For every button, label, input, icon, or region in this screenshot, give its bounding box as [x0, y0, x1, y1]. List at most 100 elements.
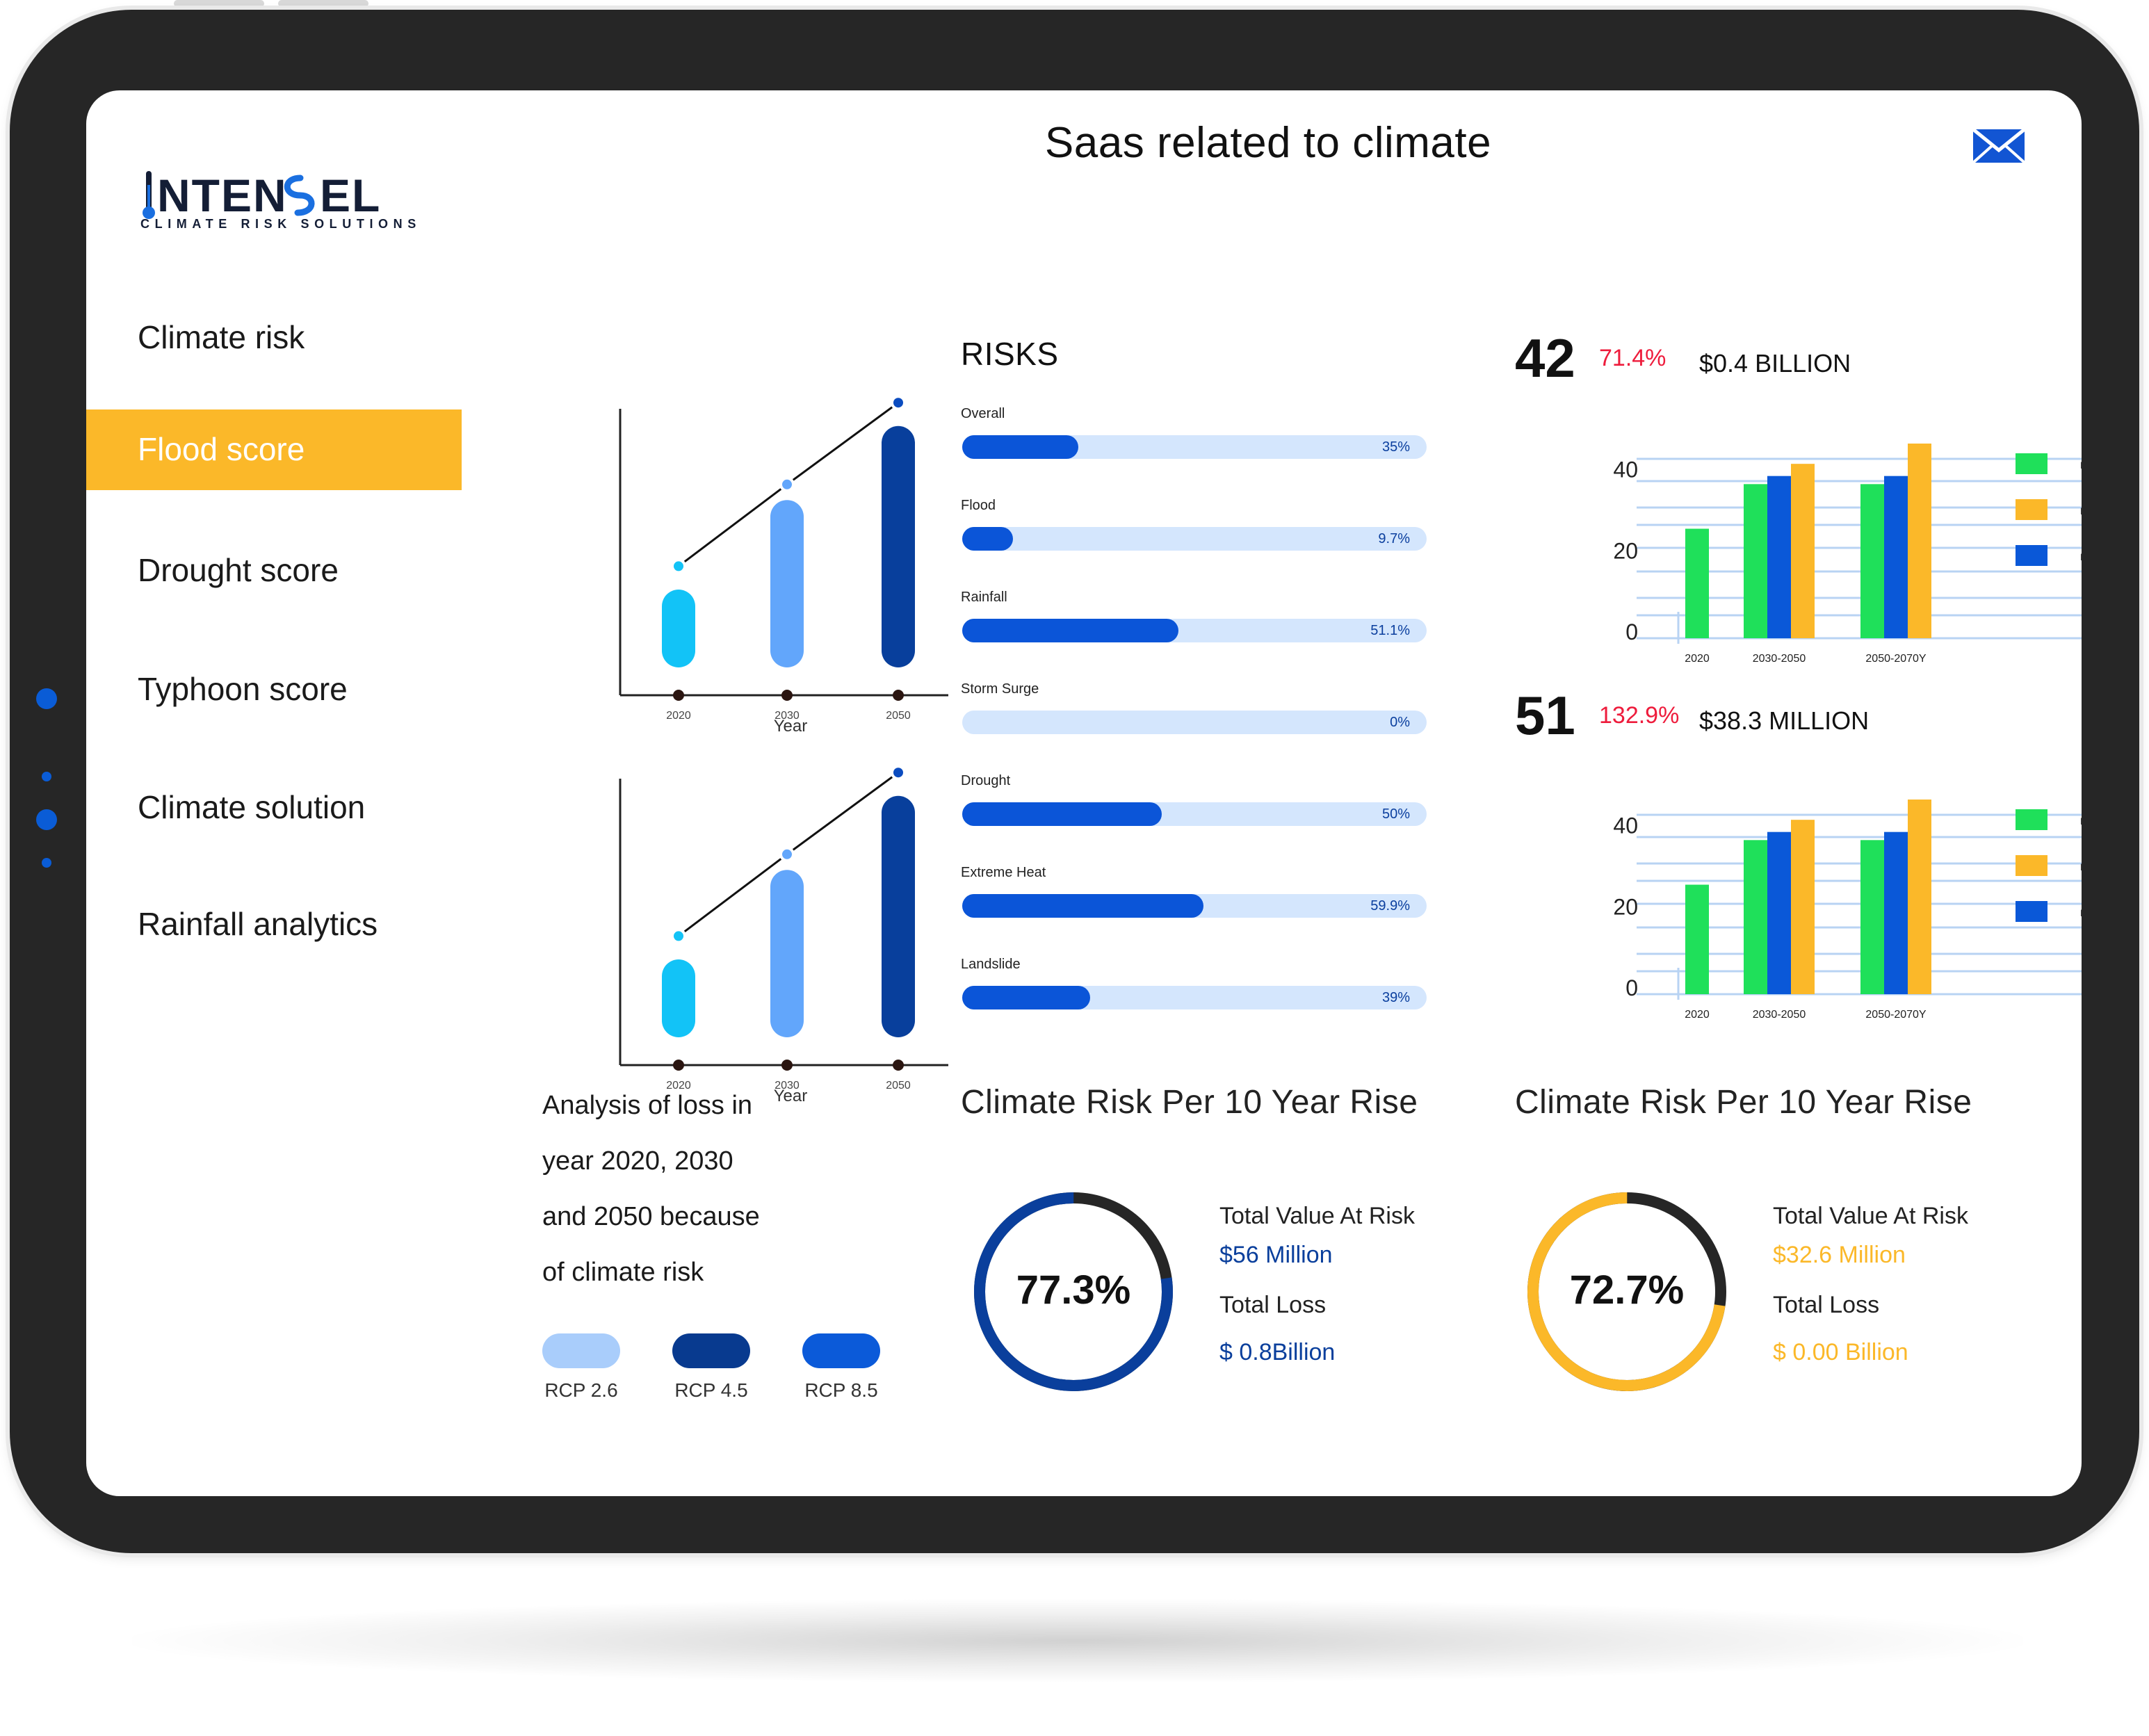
bar-2030 [770, 870, 804, 1037]
bar-rcp-2-6-2020 [1685, 528, 1709, 638]
risk-percent: 35% [1381, 439, 1410, 455]
y-tick-label: 0 [1625, 619, 1638, 644]
total-value-label: Total Value At Risk [1219, 1203, 1415, 1229]
risk-progress-fill [962, 619, 1178, 642]
risk-label: Extreme Heat [961, 865, 1046, 880]
bar-2050 [882, 425, 915, 667]
bar-rcp-4-5-2050-2070Y [1908, 800, 1931, 994]
legend-swatch [2016, 499, 2047, 520]
trend-point-core [782, 849, 792, 859]
trend-point-core [893, 398, 903, 408]
mail-icon[interactable] [1972, 127, 2026, 165]
legend-label: RCP 8.5 [2080, 551, 2082, 562]
risk-progress-fill [962, 802, 1162, 826]
sidebar-item-climate-risk[interactable]: Climate risk [86, 298, 462, 378]
legend-swatch [2016, 901, 2047, 922]
x-tick-dot [781, 1060, 793, 1071]
donut-value: 77.3% [1016, 1267, 1131, 1313]
legend-label: RCP 2.6 [2080, 460, 2082, 471]
rcp-bar-chart-top: 0 20 40 2020 2030-2050 2050-2070Y RCP 2.6 RCP 4… [1613, 444, 2082, 665]
total-loss-label: Total Loss [1773, 1292, 1880, 1318]
sidebar-item-label: Flood score [138, 431, 305, 467]
legend-swatch-rcp-2-6 [542, 1333, 620, 1368]
sidebar-item-flood-score[interactable]: Flood score [86, 409, 462, 490]
page-title: Saas related to climate [1044, 119, 1492, 167]
risk-progress-bar: 9.7% [962, 527, 1427, 551]
device-shadow [132, 1599, 2023, 1682]
bar-rcp-4-5-2050-2070Y [1908, 444, 1931, 638]
risk-progress-bar: 39% [962, 986, 1427, 1009]
bar-rcp-2-6-2050-2070Y [1860, 484, 1884, 638]
sidebar-item-label: Typhoon score [138, 671, 348, 707]
x-tick-label: 2020 [1685, 653, 1710, 665]
stat-count: 42 [1515, 327, 1575, 389]
risk-percent: 59.9% [1370, 898, 1410, 914]
risk-percent: 39% [1381, 990, 1410, 1005]
svg-text:NTEN: NTEN [157, 170, 288, 221]
total-loss-label: Total Loss [1219, 1292, 1327, 1318]
intensel-logo: NTEN EL CLIMATE RISK SOLUTIONS [140, 170, 421, 231]
sidebar-item-typhoon-score[interactable]: Typhoon score [86, 649, 462, 730]
section-title: Climate Risk Per 10 Year Rise [961, 1084, 1418, 1121]
total-value-label: Total Value At Risk [1773, 1203, 1968, 1229]
app-screen: NTEN EL CLIMATE RISK SOLUTIONS Saas rela… [86, 90, 2082, 1496]
camera-dot [36, 688, 57, 709]
risk-progress-fill [962, 986, 1090, 1009]
legend-label: RCP 2.6 [544, 1379, 618, 1401]
legend-label: RCP 4.5 [674, 1379, 748, 1401]
risks-title: RISKS [961, 336, 1059, 372]
donut-value: 72.7% [1569, 1267, 1685, 1313]
y-tick-label: 40 [1613, 457, 1638, 482]
x-tick-label: 2050 [886, 1080, 911, 1092]
bar-rcp-8-5-2050-2070Y [1884, 832, 1908, 994]
risk-percent: 9.7% [1378, 531, 1410, 546]
legend-label: RCP 2.6 [2080, 816, 2082, 827]
risk-label: Overall [961, 406, 1005, 421]
bar-2020 [662, 590, 695, 667]
risk-progress-fill [962, 894, 1204, 918]
stat-percent: 132.9% [1599, 702, 1680, 729]
x-tick-label: 2050-2070Y [1865, 653, 1927, 665]
risk-label: Storm Surge [961, 681, 1039, 697]
risk-progress-bar: 35% [962, 435, 1427, 459]
stat-amount: $0.4 BILLION [1699, 349, 1851, 378]
risk-progress-bar: 59.9% [962, 894, 1427, 918]
stat-amount: $38.3 MILLION [1699, 706, 1870, 735]
bar-rcp-8-5-2030-2050 [1767, 832, 1791, 994]
stat-count: 51 [1515, 685, 1575, 746]
power-button [174, 0, 264, 7]
legend-swatch [2016, 453, 2047, 474]
risk-label: Flood [961, 498, 996, 513]
legend-swatch [2016, 855, 2047, 876]
svg-text:CLIMATE RISK SOLUTIONS: CLIMATE RISK SOLUTIONS [140, 217, 421, 231]
legend-label: RCP 8.5 [804, 1379, 878, 1401]
sidebar-item-label: Climate risk [138, 319, 305, 355]
loss-analysis-text: Analysis of loss in year 2020, 2030 and … [542, 1078, 848, 1300]
sidebar-item-label: Climate solution [138, 789, 366, 825]
legend-label: RCP 4.5 [2080, 861, 2082, 873]
risk-progress-fill [962, 435, 1078, 459]
sensor-dot [42, 858, 51, 868]
risk-progress-fill [962, 527, 1014, 551]
sidebar-item-climate-solution[interactable]: Climate solution [86, 768, 462, 848]
bar-rcp-2-6-2020 [1685, 884, 1709, 994]
bar-2020 [662, 959, 695, 1037]
loss-chart-top: 2020 2030 2050Year [619, 395, 948, 736]
total-value-amount: $32.6 Million [1773, 1242, 1906, 1268]
bar-rcp-8-5-2050-2070Y [1884, 476, 1908, 638]
x-tick-label: 2030-2050 [1753, 653, 1806, 665]
bar-rcp-4-5-2030-2050 [1791, 820, 1815, 994]
x-tick-dot [893, 1060, 904, 1071]
sidebar-item-drought-score[interactable]: Drought score [86, 530, 462, 611]
risk-percent: 0% [1390, 715, 1410, 730]
legend-swatch-rcp-4-5 [672, 1333, 750, 1368]
bar-rcp-4-5-2030-2050 [1791, 464, 1815, 638]
x-tick-label: 2050-2070Y [1865, 1009, 1927, 1021]
analysis-line: and 2050 because [542, 1202, 760, 1231]
sidebar-item-rainfall-analytics[interactable]: Rainfall analytics [86, 884, 462, 965]
risk-label: Rainfall [961, 590, 1007, 605]
total-loss-amount: $ 0.00 Billion [1773, 1339, 1908, 1365]
y-tick-label: 20 [1613, 538, 1638, 563]
rcp-bar-chart-bottom: 0 20 40 2020 2030-2050 2050-2070Y RCP 2.6 RCP 4… [1613, 800, 2082, 1021]
sensor-dot [42, 772, 51, 781]
